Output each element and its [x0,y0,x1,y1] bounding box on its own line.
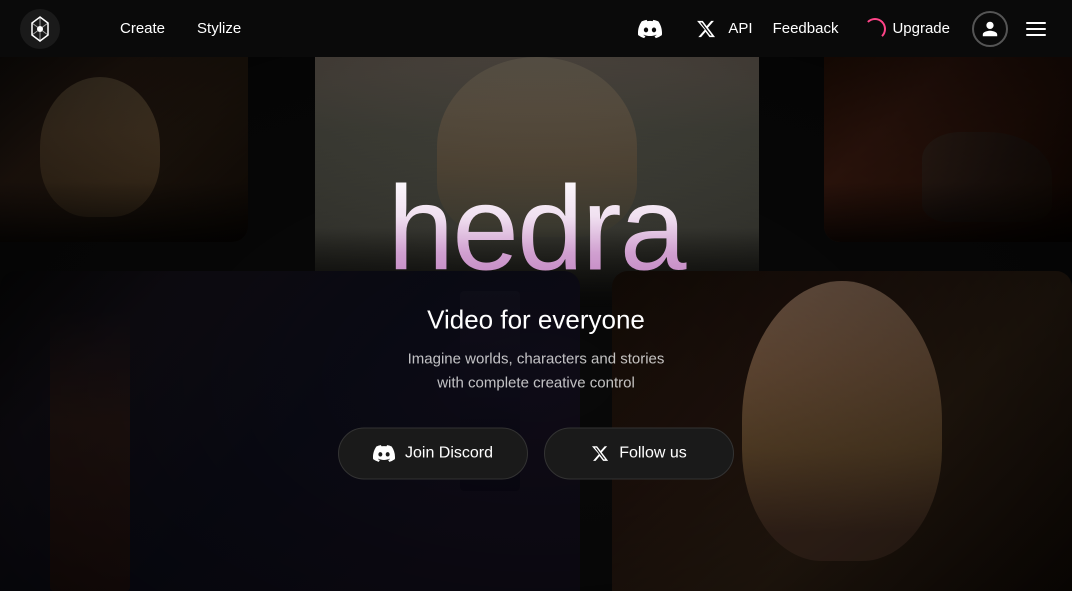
navbar: Create Stylize API Feedback Upgrade [0,0,1072,57]
hero-section: hedra Video for everyone Imagine worlds,… [0,57,1072,591]
logo-icon [20,9,60,49]
join-discord-button[interactable]: Join Discord [338,428,528,480]
upgrade-button[interactable]: Upgrade [854,12,960,46]
upgrade-label: Upgrade [892,20,950,37]
x-btn-icon [591,445,609,463]
hero-description: Imagine worlds, characters and stories w… [236,348,836,396]
account-icon [981,20,999,38]
nav-right: API Feedback Upgrade [724,11,1052,47]
nav-x-icon[interactable] [688,11,724,47]
nav-discord-icon[interactable] [632,11,668,47]
hero-content: hedra Video for everyone Imagine worlds,… [236,169,836,480]
hero-desc-line1: Imagine worlds, characters and stories [408,351,665,368]
menu-button[interactable] [1020,16,1052,42]
nav-create[interactable]: Create [108,12,177,45]
nav-stylize[interactable]: Stylize [185,12,253,45]
logo[interactable] [20,9,84,49]
hero-subtitle: Video for everyone [236,305,836,336]
nav-center-icons [632,11,724,47]
upgrade-ring-icon [864,18,886,40]
twitter-btn-label: Follow us [619,445,687,463]
menu-line-bot [1026,34,1046,36]
hero-buttons: Join Discord Follow us [236,428,836,480]
nav-feedback[interactable]: Feedback [769,12,843,45]
hero-brand-name: hedra [236,169,836,289]
nav-left-links: Create Stylize [108,12,632,45]
discord-btn-icon [373,443,395,465]
hero-desc-line2: with complete creative control [437,375,635,392]
menu-line-mid [1026,28,1046,30]
discord-btn-label: Join Discord [405,445,493,463]
follow-us-button[interactable]: Follow us [544,428,734,480]
menu-line-top [1026,22,1046,24]
nav-api[interactable]: API [724,12,756,45]
account-button[interactable] [972,11,1008,47]
